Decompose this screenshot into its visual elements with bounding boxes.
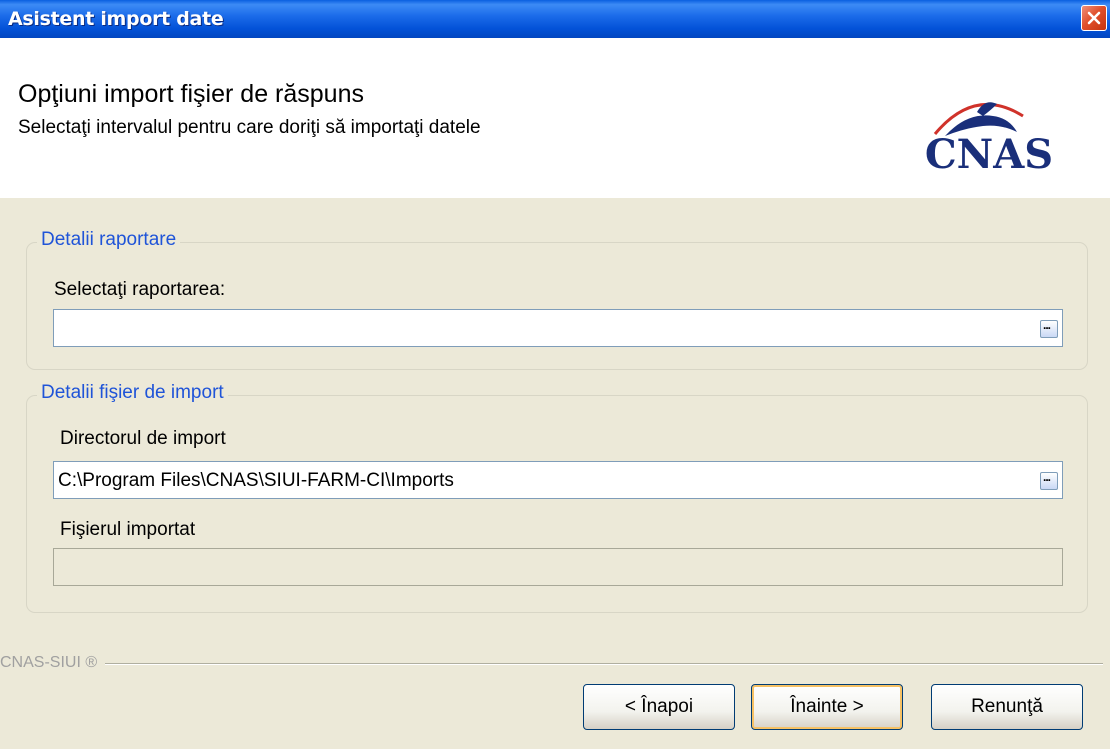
- import-directory-value: C:\Program Files\CNAS\SIUI-FARM-CI\Impor…: [58, 470, 454, 491]
- import-directory-field[interactable]: C:\Program Files\CNAS\SIUI-FARM-CI\Impor…: [53, 461, 1063, 499]
- page-subtitle: Selectaţi intervalul pentru care doriţi …: [18, 117, 481, 138]
- directory-browse-button[interactable]: ...: [1040, 470, 1058, 490]
- page-title: Opţiuni import fişier de răspuns: [18, 80, 364, 108]
- logo-text: CNAS: [925, 131, 1053, 174]
- close-icon: [1087, 11, 1101, 25]
- next-button[interactable]: Înainte >: [751, 684, 903, 730]
- report-details-legend: Detalii raportare: [37, 229, 181, 251]
- report-browse-label: ...: [1043, 318, 1051, 332]
- cnas-logo: CNAS: [925, 102, 1053, 174]
- footer-label: CNAS-SIUI ®: [0, 654, 106, 672]
- directory-browse-label: ...: [1043, 470, 1051, 484]
- back-button[interactable]: < Înapoi: [583, 684, 735, 730]
- wizard-header: Opţiuni import fişier de răspuns Selecta…: [0, 38, 1110, 198]
- report-field[interactable]: ...: [53, 309, 1063, 347]
- select-report-label: Selectaţi raportarea:: [54, 279, 226, 300]
- import-file-legend: Detalii fişier de import: [37, 382, 228, 404]
- window-title: Asistent import date: [8, 8, 224, 30]
- imported-file-field: [53, 548, 1063, 586]
- title-bar[interactable]: Asistent import date: [0, 0, 1110, 38]
- close-button[interactable]: [1081, 5, 1107, 31]
- imported-file-label: Fişierul importat: [60, 519, 196, 540]
- report-browse-button[interactable]: ...: [1040, 318, 1058, 338]
- footer-divider: [0, 663, 1103, 665]
- import-directory-label: Directorul de import: [60, 428, 226, 449]
- cancel-button[interactable]: Renunţă: [931, 684, 1083, 730]
- import-file-group: Detalii fişier de import Directorul de i…: [26, 382, 1088, 613]
- report-details-group: Detalii raportare Selectaţi raportarea: …: [26, 229, 1088, 370]
